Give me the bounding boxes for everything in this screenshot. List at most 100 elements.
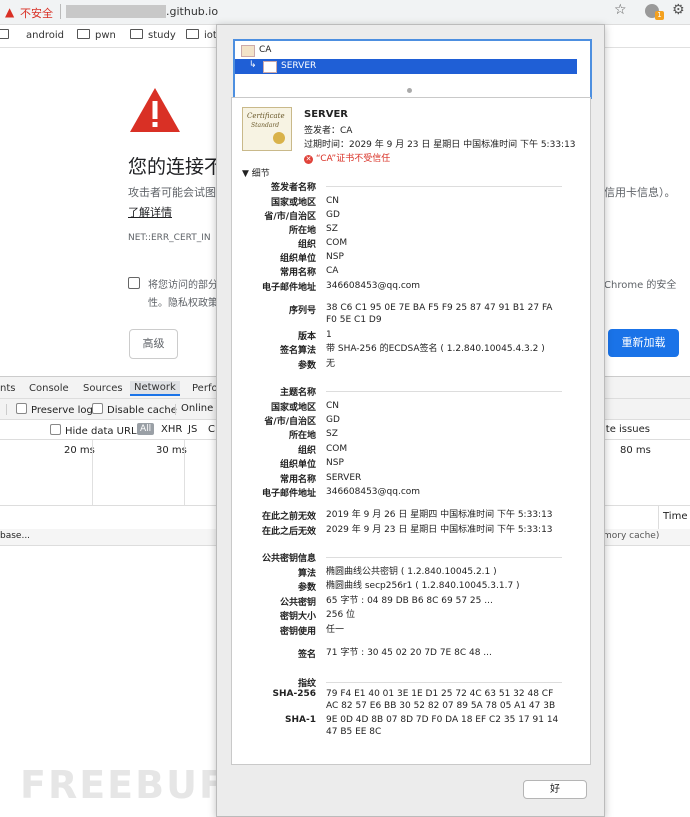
tab-console[interactable]: Console [29, 383, 69, 394]
not-before-label: 在此之前无效 [261, 512, 316, 522]
sha256-label: SHA-256 [272, 689, 316, 699]
extension-badge: 1 [655, 11, 664, 20]
checkbox-text-2: 性。隐私权政策 [148, 298, 218, 309]
bookmark-iot[interactable]: iot [186, 29, 217, 41]
url-redacted [66, 5, 166, 18]
field-label: 省/市/自治区 [264, 212, 316, 222]
filter-css[interactable]: C [208, 424, 215, 435]
filter-xhr[interactable]: XHR [161, 424, 182, 435]
error-code: NET::ERR_CERT_IN [128, 233, 211, 243]
field-label: 常用名称 [279, 268, 316, 278]
watermark: FREEBUF [20, 763, 227, 807]
field-label: 组织 [297, 240, 316, 250]
field-value: 65 字节 : 04 89 DB B6 8C 69 57 25 ... [326, 596, 493, 606]
field-value: SZ [326, 429, 338, 439]
filter-js[interactable]: JS [188, 424, 197, 435]
field-value: COM [326, 444, 348, 454]
error-body: 攻击者可能会试图 [128, 186, 216, 199]
url-divider [60, 4, 61, 19]
disable-cache-checkbox[interactable]: Disable cache [92, 403, 177, 416]
advanced-button[interactable]: 高级 [129, 329, 178, 359]
certificate-dialog: CA ↳ SERVER Certificate Standard SERVER … [216, 24, 605, 817]
chain-item-ca[interactable]: CA [241, 44, 581, 59]
not-after-value: 2029 年 9 月 23 日 星期日 中国标准时间 下午 5:33:13 [326, 525, 553, 535]
field-value: GD [326, 415, 340, 425]
thumb-subtitle: Standard [251, 122, 280, 129]
split-handle[interactable] [407, 88, 412, 93]
error-title: 您的连接不 [128, 156, 224, 178]
tab-performance[interactable]: Perfo [192, 383, 218, 394]
not-after-label: 在此之后无效 [261, 527, 316, 537]
hide-data-urls-checkbox[interactable]: Hide data URLs [50, 424, 142, 437]
sha1-label: SHA-1 [285, 715, 316, 725]
params-value: 无 [326, 359, 336, 369]
seal-icon [273, 132, 285, 144]
hide-data-urls-label: Hide data URLs [65, 426, 142, 437]
version-label: 版本 [297, 332, 316, 342]
pubkey-section-title: 公共密钥信息 [261, 554, 316, 564]
sha256-value: 79 F4 E1 40 01 3E 1E D1 25 72 4C 63 51 3… [326, 689, 556, 711]
certificate-details: Certificate Standard SERVER 签发者：CA 过期时间：… [231, 97, 591, 765]
time-column-header[interactable]: Time [658, 505, 690, 529]
field-value: 椭圆曲线 secp256r1 ( 1.2.840.10045.3.1.7 ) [326, 581, 520, 591]
insecure-label: 不安全 [20, 7, 53, 20]
learn-more-link[interactable]: 了解详情 [128, 204, 172, 220]
signature-label: 签名 [297, 650, 316, 660]
field-label: 国家或地区 [270, 403, 316, 413]
ok-button[interactable]: 好 [523, 780, 587, 799]
certificate-thumbnail: Certificate Standard [242, 107, 292, 151]
address-bar[interactable]: ▲ 不安全 .github.io ☆ 1 ⚙ [0, 0, 690, 25]
field-value: CN [326, 196, 340, 206]
field-value: 346608453@qq.com [326, 281, 421, 291]
error-icon: ✕ [304, 155, 313, 164]
details-toggle[interactable]: ▼ 细节 [242, 166, 270, 179]
timeline-tick: 20 ms [64, 445, 95, 456]
bookmark-android[interactable]: android [0, 29, 64, 41]
disclosure-triangle-icon: ▼ [242, 169, 249, 179]
field-value: 256 位 [326, 610, 356, 620]
reload-button[interactable]: 重新加载 [608, 329, 679, 357]
field-value: GD [326, 210, 340, 220]
sha1-value: 9E 0D 4D 8B 07 8D 7D F0 DA 18 EF C2 35 1… [326, 715, 559, 737]
toolbar-divider [175, 404, 176, 415]
row-name: base... [0, 531, 31, 541]
field-value: NSP [326, 458, 344, 468]
timeline-gridline [92, 440, 93, 505]
field-label: 公共密钥 [279, 598, 316, 608]
subject-section-title: 主题名称 [279, 388, 316, 398]
tab-sources[interactable]: Sources [83, 383, 123, 394]
bookmark-study[interactable]: study [130, 29, 176, 41]
checkbox-box [92, 403, 103, 414]
warning-icon: ▲ [5, 5, 15, 19]
chain-label-server: SERVER [281, 61, 317, 71]
params-label: 参数 [297, 361, 316, 371]
checkbox-box [50, 424, 61, 435]
bookmark-pwn[interactable]: pwn [77, 29, 116, 41]
thumb-title: Certificate [247, 112, 285, 120]
checkbox-text-1: 将您访问的部分 [148, 280, 218, 291]
child-arrow-icon: ↳ [249, 60, 257, 70]
chain-item-server[interactable]: ↳ SERVER [235, 59, 577, 74]
tab-elements[interactable]: nts [0, 383, 15, 394]
certificate-icon [263, 61, 277, 73]
star-icon[interactable]: ☆ [614, 2, 627, 18]
tab-network[interactable]: Network [130, 381, 180, 396]
details-label: 细节 [251, 169, 270, 179]
not-before-value: 2019 年 9 月 26 日 星期四 中国标准时间 下午 5:33:13 [326, 510, 553, 520]
field-value: CN [326, 401, 340, 411]
preserve-log-checkbox[interactable]: Preserve log [16, 403, 93, 416]
field-label: 组织单位 [279, 254, 316, 264]
filter-all[interactable]: All [137, 423, 155, 435]
row-size: mory cache) [603, 531, 660, 541]
divider [326, 557, 562, 558]
folder-icon [186, 29, 199, 39]
report-checkbox[interactable] [128, 277, 140, 289]
time-header-label: Time [663, 511, 688, 522]
timeline-tick: 80 ms [620, 445, 651, 456]
throttling-select[interactable]: Online [181, 403, 213, 414]
issuer-section-title: 签发者名称 [270, 183, 316, 193]
toolbar-divider [6, 404, 7, 415]
cert-expiry-line: 过期时间：2029 年 9 月 23 日 星期日 中国标准时间 下午 5:33:… [304, 140, 576, 150]
field-value: 任一 [326, 625, 345, 635]
gear-icon[interactable]: ⚙ [672, 2, 685, 18]
